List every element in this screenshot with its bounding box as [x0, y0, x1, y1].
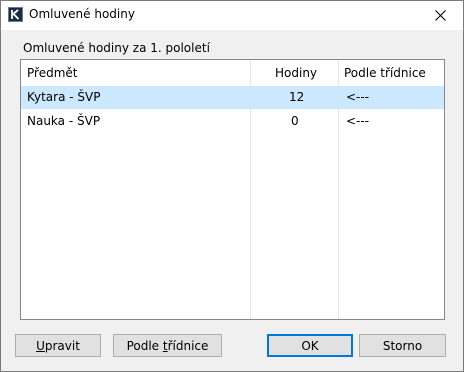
table-row[interactable]: Kytara - ŠVP 12 <---: [21, 86, 444, 109]
cell-per-register: <---: [346, 114, 370, 128]
app-icon: [8, 7, 23, 22]
cell-subject: Kytara - ŠVP: [27, 90, 101, 104]
close-button[interactable]: [417, 1, 463, 30]
table-row[interactable]: Nauka - ŠVP 0 <---: [21, 110, 444, 133]
window-title: Omluvené hodiny: [29, 7, 135, 21]
column-header-hours[interactable]: Hodiny: [275, 66, 317, 80]
cancel-button[interactable]: Storno: [359, 334, 446, 357]
subjects-list[interactable]: Předmět Hodiny Podle třídnice Kytara - Š…: [20, 59, 445, 320]
list-header: Předmět Hodiny Podle třídnice: [21, 60, 444, 85]
close-icon: [435, 10, 446, 21]
cell-subject: Nauka - ŠVP: [27, 114, 101, 128]
column-header-subject[interactable]: Předmět: [27, 66, 77, 80]
title-bar[interactable]: Omluvené hodiny: [1, 1, 463, 30]
cell-hours: 0: [291, 114, 299, 128]
by-register-button-label: Podle třídnice: [126, 338, 209, 353]
column-header-per-register[interactable]: Podle třídnice: [344, 66, 426, 80]
dialog-window: Omluvené hodiny Omluvené hodiny za 1. po…: [0, 0, 464, 372]
edit-button-label: Upravit: [36, 338, 80, 353]
edit-button[interactable]: Upravit: [15, 334, 101, 357]
group-label: Omluvené hodiny za 1. pololetí: [23, 41, 210, 55]
cell-hours: 12: [289, 90, 305, 104]
cancel-button-label: Storno: [382, 338, 423, 353]
ok-button[interactable]: OK: [267, 334, 353, 357]
by-register-button[interactable]: Podle třídnice: [113, 334, 222, 357]
ok-button-label: OK: [301, 338, 319, 353]
cell-per-register: <---: [346, 90, 370, 104]
